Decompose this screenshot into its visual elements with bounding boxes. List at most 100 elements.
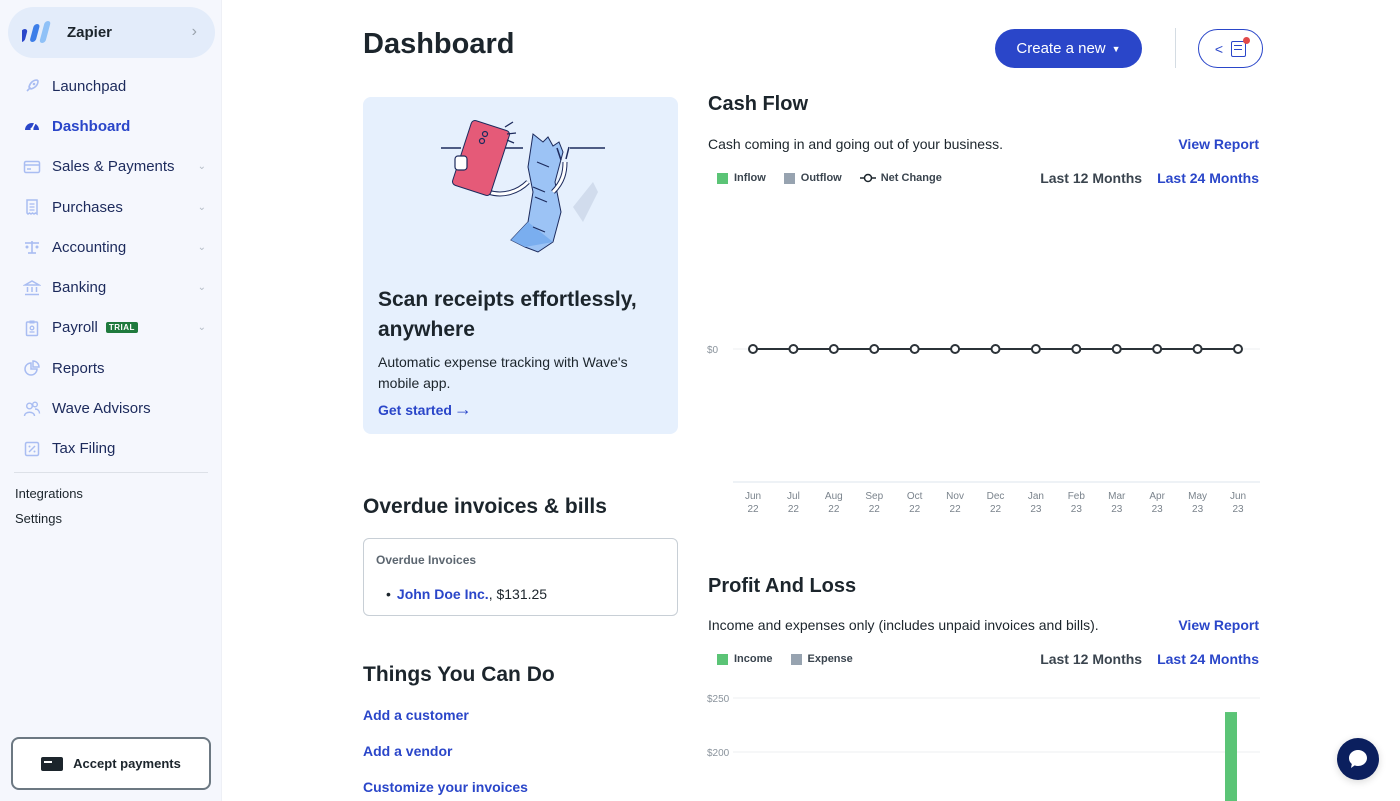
scale-icon bbox=[23, 238, 41, 256]
line-marker-icon bbox=[859, 173, 876, 183]
sidebar-item-sales-payments[interactable]: Sales & Payments ⌄ bbox=[0, 147, 222, 187]
net-change-point bbox=[950, 344, 961, 354]
profit-loss-view-report-link[interactable]: View Report bbox=[1178, 617, 1259, 633]
net-change-point bbox=[748, 344, 758, 354]
cash-flow-range-selector: Last 12 Months Last 24 Months bbox=[1040, 170, 1259, 186]
x-tick-label: 22 bbox=[950, 504, 962, 515]
chevron-down-icon: ⌄ bbox=[197, 201, 206, 213]
settings-link[interactable]: Settings bbox=[15, 510, 83, 535]
rocket-icon bbox=[23, 77, 41, 95]
bank-icon bbox=[23, 279, 41, 297]
legend-swatch bbox=[783, 172, 795, 184]
net-change-point bbox=[1071, 344, 1082, 354]
bullet: • bbox=[386, 586, 391, 602]
business-switcher[interactable]: Zapier › bbox=[8, 7, 215, 58]
profit-loss-range-selector: Last 12 Months Last 24 Months bbox=[1040, 651, 1259, 667]
sidebar-item-label: Dashboard bbox=[52, 117, 131, 135]
get-started-link[interactable]: Get started → bbox=[378, 399, 472, 420]
people-icon bbox=[23, 400, 41, 418]
legend-label: Inflow bbox=[734, 172, 766, 184]
chevron-left-icon: < bbox=[1214, 40, 1224, 57]
get-started-label: Get started bbox=[378, 401, 452, 418]
chat-support-button[interactable] bbox=[1337, 738, 1379, 780]
overdue-customer-link[interactable]: John Doe Inc. bbox=[397, 586, 489, 602]
cash-flow-legend: Inflow Outflow Net Change bbox=[717, 172, 960, 184]
cash-flow-description: Cash coming in and going out of your bus… bbox=[708, 136, 1003, 152]
range-last-24-months[interactable]: Last 24 Months bbox=[1157, 651, 1259, 667]
legend-net-change[interactable]: Net Change bbox=[859, 172, 942, 184]
scan-receipts-promo-card: Scan receipts effortlessly, anywhere Aut… bbox=[363, 97, 678, 434]
net-change-point bbox=[1111, 344, 1122, 354]
net-change-point bbox=[1233, 344, 1243, 354]
net-change-point bbox=[990, 344, 1001, 354]
overdue-invoice-item: • John Doe Inc., $131.25 bbox=[386, 586, 547, 602]
overdue-invoices-label: Overdue Invoices bbox=[376, 553, 477, 567]
sidebar-item-tax-filing[interactable]: Tax Filing bbox=[0, 429, 222, 469]
legend-inflow[interactable]: Inflow bbox=[717, 172, 766, 184]
add-vendor-link[interactable]: Add a vendor bbox=[363, 743, 452, 759]
chevron-down-icon: ⌄ bbox=[197, 322, 206, 334]
sidebar-item-accounting[interactable]: Accounting ⌄ bbox=[0, 227, 222, 267]
chevron-down-icon: ⌄ bbox=[197, 282, 206, 294]
legend-swatch bbox=[717, 653, 728, 665]
sidebar-item-dashboard[interactable]: Dashboard bbox=[0, 106, 222, 146]
receipt-phone-illustration bbox=[433, 112, 613, 262]
legend-expense[interactable]: Expense bbox=[790, 653, 853, 665]
sidebar-item-purchases[interactable]: Purchases ⌄ bbox=[0, 187, 222, 227]
accept-payments-button[interactable]: Accept payments bbox=[11, 737, 211, 790]
sidebar-sub-links: Integrations Settings bbox=[15, 485, 83, 535]
sidebar-item-wave-advisors[interactable]: Wave Advisors bbox=[0, 388, 222, 428]
range-last-12-months[interactable]: Last 12 Months bbox=[1040, 651, 1142, 667]
things-you-can-do-heading: Things You Can Do bbox=[363, 663, 555, 686]
caret-down-icon: ▼ bbox=[1111, 43, 1121, 54]
sidebar-item-payroll[interactable]: Payroll TRIAL ⌄ bbox=[0, 308, 222, 348]
integrations-link[interactable]: Integrations bbox=[15, 485, 83, 510]
y-tick-label: $0 bbox=[707, 345, 719, 356]
add-customer-link[interactable]: Add a customer bbox=[363, 707, 469, 723]
legend-label: Expense bbox=[807, 653, 853, 665]
overdue-invoices-box: Overdue Invoices • John Doe Inc., $131.25 bbox=[363, 538, 678, 616]
legend-outflow[interactable]: Outflow bbox=[783, 172, 842, 184]
create-new-label: Create a new bbox=[1016, 40, 1106, 57]
trial-badge: TRIAL bbox=[105, 322, 138, 334]
sidebar-item-label: Banking bbox=[52, 279, 107, 297]
x-tick-label: 23 bbox=[1071, 504, 1083, 515]
range-last-24-months[interactable]: Last 24 Months bbox=[1157, 170, 1259, 186]
income-bar bbox=[1225, 712, 1237, 801]
sidebar-item-reports[interactable]: Reports bbox=[0, 348, 222, 388]
sidebar-item-banking[interactable]: Banking ⌄ bbox=[0, 267, 222, 307]
cash-flow-view-report-link[interactable]: View Report bbox=[1178, 136, 1259, 152]
sidebar-nav: Launchpad Dashboard Sales & Payments ⌄ P… bbox=[0, 66, 222, 469]
x-tick-label: Feb bbox=[1068, 491, 1086, 502]
x-tick-label: 22 bbox=[869, 504, 881, 515]
receipt-icon bbox=[23, 198, 41, 216]
x-tick-label: Oct bbox=[907, 491, 923, 502]
profit-loss-legend: Income Expense bbox=[717, 653, 871, 665]
create-new-button[interactable]: Create a new ▼ bbox=[995, 29, 1142, 68]
customize-invoices-link[interactable]: Customize your invoices bbox=[363, 779, 528, 795]
sidebar-item-label: Accounting bbox=[52, 238, 127, 256]
payroll-label: Payroll bbox=[52, 319, 98, 337]
clipboard-badge-icon bbox=[23, 319, 41, 337]
sidebar-item-label: Wave Advisors bbox=[52, 400, 151, 418]
legend-income[interactable]: Income bbox=[717, 653, 773, 665]
legend-label: Net Change bbox=[880, 172, 942, 184]
sidebar-item-label: Payroll TRIAL bbox=[52, 319, 138, 336]
cash-flow-chart: $0 Jun 22 Jul 22 Aug 22 Sep 22 Oct 22 Nov 22 Dec 22 Jan… bbox=[707, 344, 1260, 515]
overdue-heading: Overdue invoices & bills bbox=[363, 495, 607, 518]
x-tick-label: 22 bbox=[788, 504, 800, 515]
net-change-point bbox=[1192, 344, 1203, 354]
sidebar-item-launchpad[interactable]: Launchpad bbox=[0, 66, 222, 106]
business-name: Zapier bbox=[67, 24, 113, 41]
x-tick-label: Jan bbox=[1028, 491, 1044, 502]
tasks-panel-toggle-button[interactable]: < bbox=[1198, 29, 1263, 68]
sidebar-item-label: Tax Filing bbox=[52, 440, 116, 458]
x-tick-label: Nov bbox=[946, 491, 964, 502]
range-last-12-months[interactable]: Last 12 Months bbox=[1040, 170, 1142, 186]
dashboard-gauge-icon bbox=[23, 117, 41, 135]
legend-label: Outflow bbox=[800, 172, 842, 184]
x-tick-label: 23 bbox=[1152, 504, 1164, 515]
credit-card-icon bbox=[41, 756, 64, 771]
x-tick-label: 22 bbox=[828, 504, 840, 515]
x-tick-label: 22 bbox=[747, 504, 759, 515]
